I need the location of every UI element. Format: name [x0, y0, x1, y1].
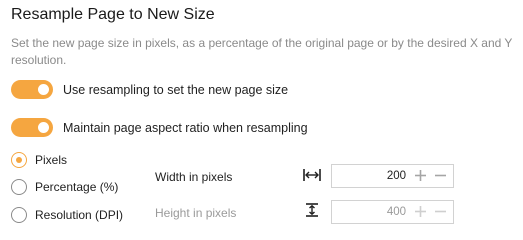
- height-decrement-icon[interactable]: [434, 205, 447, 218]
- height-arrows-icon: [306, 203, 318, 217]
- height-value[interactable]: 400: [387, 206, 406, 218]
- width-arrows-icon: [303, 169, 321, 181]
- use-resampling-toggle[interactable]: [11, 80, 53, 99]
- width-value[interactable]: 200: [387, 170, 406, 182]
- height-label: Height in pixels: [155, 206, 237, 220]
- radio-resolution-label: Resolution (DPI): [35, 208, 124, 222]
- radio-pixels-button[interactable]: [11, 152, 27, 168]
- radio-resolution-button[interactable]: [11, 207, 27, 223]
- radio-percentage-button[interactable]: [11, 179, 27, 195]
- width-label: Width in pixels: [155, 170, 233, 184]
- radio-resolution[interactable]: Resolution (DPI): [11, 207, 123, 223]
- maintain-aspect-label: Maintain page aspect ratio when resampli…: [63, 120, 308, 135]
- width-decrement-icon[interactable]: [434, 169, 447, 182]
- maintain-aspect-row[interactable]: Maintain page aspect ratio when resampli…: [11, 118, 308, 137]
- radio-pixels[interactable]: Pixels: [11, 152, 67, 168]
- radio-percentage-label: Percentage (%): [35, 180, 119, 194]
- use-resampling-row[interactable]: Use resampling to set the new page size: [11, 80, 288, 99]
- use-resampling-label: Use resampling to set the new page size: [63, 82, 289, 97]
- page-title: Resample Page to New Size: [11, 6, 215, 23]
- maintain-aspect-toggle[interactable]: [11, 118, 53, 137]
- height-increment-icon[interactable]: [414, 205, 427, 218]
- width-increment-icon[interactable]: [414, 169, 427, 182]
- radio-percentage[interactable]: Percentage (%): [11, 179, 118, 195]
- width-stepper[interactable]: 200: [331, 164, 454, 188]
- radio-pixels-label: Pixels: [35, 153, 68, 167]
- description-text: Set the new page size in pixels, as a pe…: [11, 36, 513, 67]
- height-stepper[interactable]: 400: [331, 200, 454, 224]
